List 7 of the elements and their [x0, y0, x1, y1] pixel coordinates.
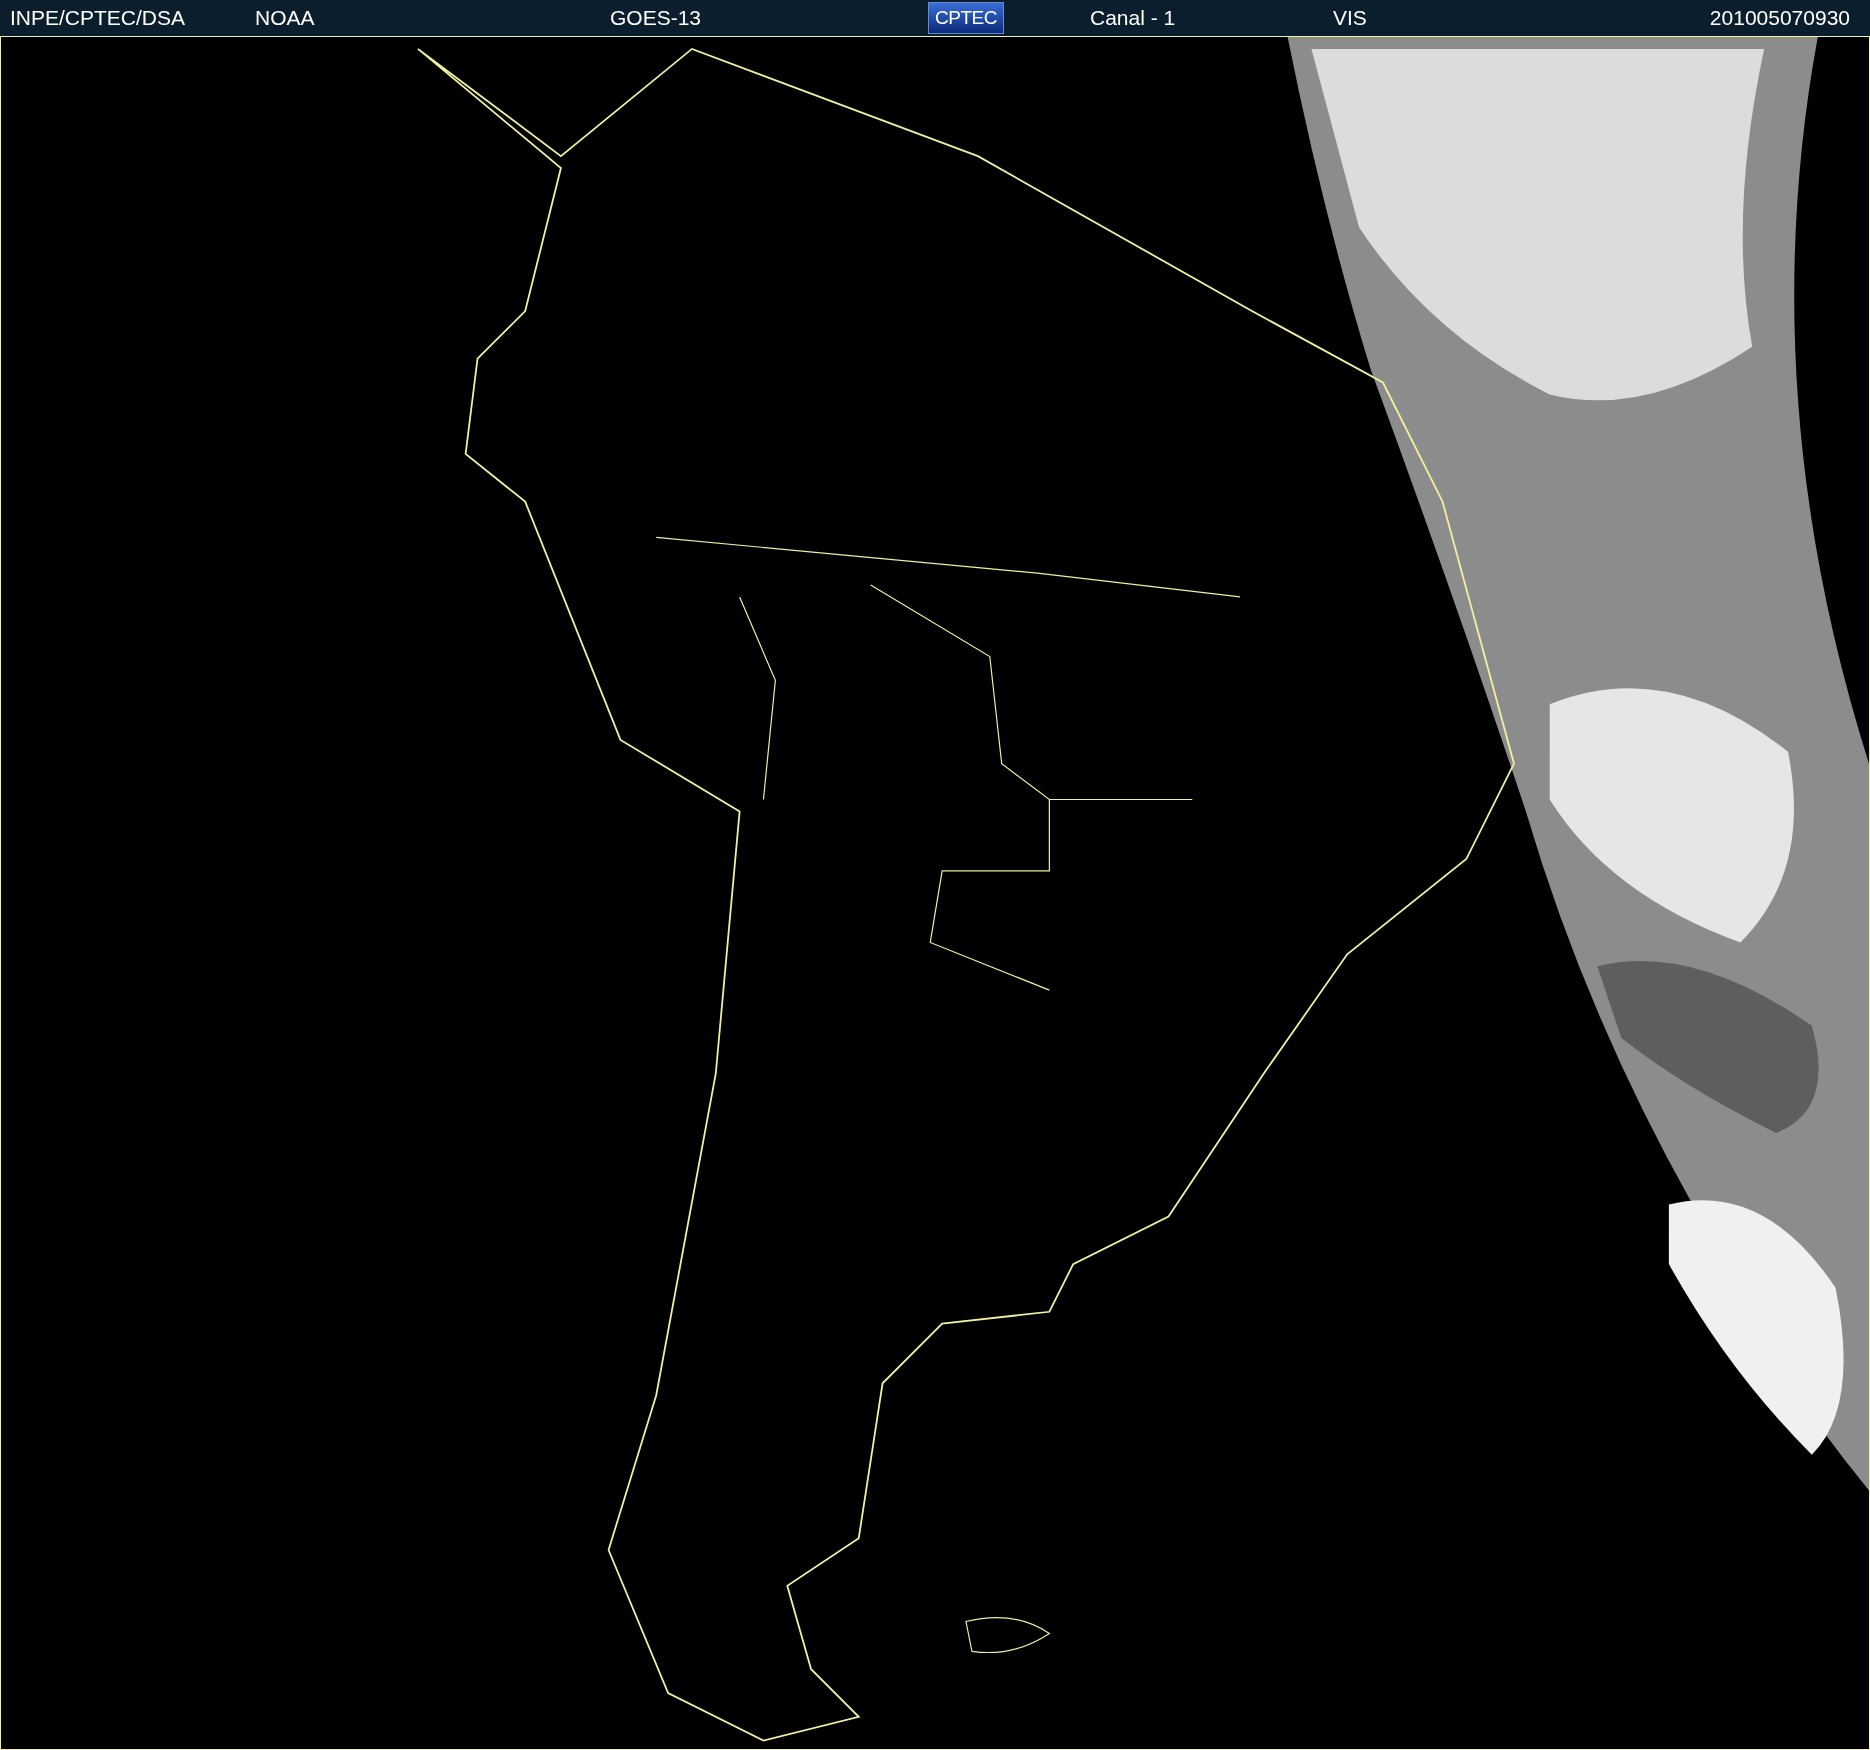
header-label: VIS — [1333, 6, 1367, 30]
logo: CPTEC — [928, 2, 1005, 34]
header-label: GOES-13 — [610, 6, 702, 30]
header-label: INPE/CPTEC/DSA — [10, 6, 186, 30]
header-label: NOAA — [255, 6, 315, 30]
header-label: Canal - 1 — [1090, 6, 1176, 30]
header-label: 201005070930 — [1709, 6, 1850, 30]
